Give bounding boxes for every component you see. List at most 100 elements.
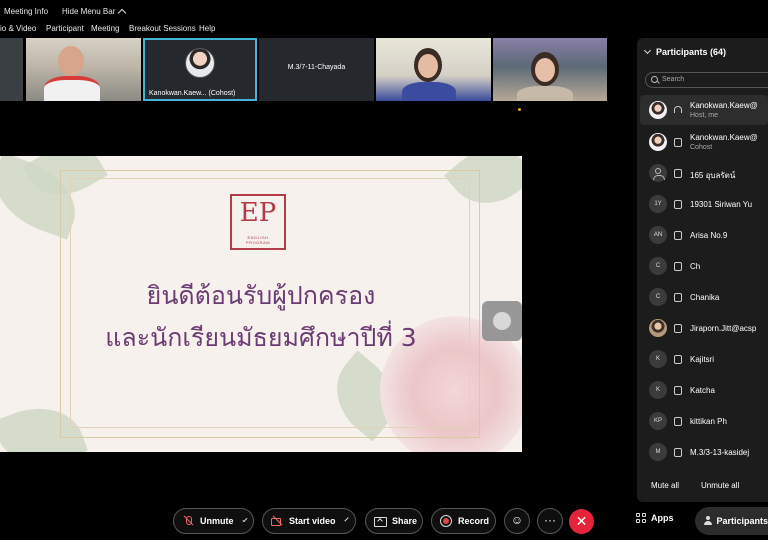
device-icon	[674, 417, 682, 426]
participants-panel-header[interactable]: Participants (64)	[643, 46, 727, 57]
menu-help[interactable]: Help	[199, 24, 215, 33]
chevron-down-icon	[643, 46, 652, 55]
menu-participant[interactable]: Participant	[46, 24, 84, 33]
floating-drag-handle[interactable]	[482, 301, 522, 341]
device-icon	[674, 231, 682, 240]
chevron-up-icon	[118, 8, 127, 18]
participants-icon	[703, 516, 713, 526]
participants-search-input[interactable]: Search	[645, 72, 768, 88]
participant-row[interactable]: AN Arisa No.9	[640, 220, 768, 250]
record-icon	[440, 515, 452, 527]
chevron-down-icon	[241, 517, 247, 522]
share-screen-icon	[374, 515, 387, 527]
hide-menu-bar-label: Hide Menu Bar	[62, 7, 116, 16]
participant-role: Cohost	[690, 144, 713, 151]
participant-video	[517, 86, 573, 101]
participant-row[interactable]: KP kittikan Ph	[640, 406, 768, 436]
participant-row[interactable]: C Ch	[640, 251, 768, 281]
unmute-label: Unmute	[200, 516, 234, 526]
video-tile[interactable]: M.3/7-11-Chayada	[259, 38, 374, 101]
unmute-button[interactable]: Unmute	[173, 508, 254, 534]
search-icon	[651, 76, 658, 83]
mute-all-button[interactable]: Mute all	[651, 481, 679, 490]
menu-meeting[interactable]: Meeting	[91, 24, 119, 33]
participants-button[interactable]: Participants	[695, 507, 768, 535]
participant-name: 165 อุบลรัตน์	[690, 171, 736, 180]
chevron-down-icon	[343, 517, 349, 522]
circle-icon	[493, 312, 511, 330]
avatar-initials: KP	[649, 412, 667, 430]
participant-name: kittikan Ph	[690, 417, 727, 426]
participant-role: Host, me	[690, 112, 719, 119]
participant-name: Katcha	[690, 386, 715, 395]
avatar-initials: K	[649, 381, 667, 399]
apps-button[interactable]: Apps	[636, 513, 674, 523]
reactions-button[interactable]: ☺	[504, 508, 530, 534]
participant-row[interactable]: Jiraporn.Jitt@acsp	[640, 313, 768, 343]
menu-breakout-sessions[interactable]: Breakout Sessions	[129, 24, 196, 33]
avatar	[649, 164, 667, 182]
participant-video	[402, 82, 456, 101]
menu-audio-video[interactable]: io & Video	[0, 24, 36, 33]
start-video-button[interactable]: Start video	[262, 508, 356, 534]
device-icon	[674, 355, 682, 364]
leave-meeting-button[interactable]: ✕	[569, 509, 594, 534]
avatar-initials: AN	[649, 226, 667, 244]
record-label: Record	[458, 516, 490, 526]
video-tile[interactable]	[26, 38, 141, 101]
device-icon	[674, 448, 682, 457]
participant-row[interactable]: 1Y 19301 Siriwan Yu	[640, 189, 768, 219]
participant-video	[58, 46, 84, 76]
hide-menu-bar-button[interactable]: Hide Menu Bar	[62, 7, 127, 18]
video-tile[interactable]	[376, 38, 491, 101]
more-button[interactable]: ···	[537, 508, 563, 534]
participant-row[interactable]: C Chanika	[640, 282, 768, 312]
record-button[interactable]: Record	[431, 508, 496, 534]
camera-off-icon	[271, 515, 283, 527]
participant-name: Ch	[690, 262, 701, 271]
participant-name: Kanokwan.Kaew@	[690, 101, 758, 110]
smiley-icon: ☺	[510, 513, 524, 527]
participant-row[interactable]: 165 อุบลรัตน์	[640, 158, 768, 188]
participant-row[interactable]: K Kajitsri	[640, 344, 768, 374]
avatar-initials: 1Y	[649, 195, 667, 213]
video-tile-active[interactable]: Kanokwan.Kaew... (Cohost)	[143, 38, 257, 101]
participant-row[interactable]: Kanokwan.Kaew@ Host, me	[640, 95, 768, 125]
avatar-initials: M	[649, 443, 667, 461]
participant-row[interactable]: K Katcha	[640, 375, 768, 405]
participant-name: M.3/3-13-kasidej	[690, 448, 750, 457]
device-icon	[674, 293, 682, 302]
slide-title-line-1: ยินดีต้อนรับผู้ปกครอง	[146, 281, 376, 310]
start-video-label: Start video	[289, 516, 336, 526]
avatar	[649, 133, 667, 151]
participant-video	[535, 58, 555, 82]
device-icon	[674, 262, 682, 271]
status-dot	[518, 108, 521, 111]
device-icon	[674, 200, 682, 209]
participant-name: Chanika	[690, 293, 720, 302]
share-button[interactable]: Share	[365, 508, 423, 534]
device-icon	[674, 169, 682, 178]
participant-video	[418, 54, 438, 78]
participants-label: Participants	[716, 516, 768, 526]
logo-sub-line: PROGRAM	[245, 240, 271, 245]
logo-text: EP	[239, 198, 277, 228]
logo-subtitle: ENGLISH PROGRAM	[232, 235, 284, 245]
search-placeholder: Search	[662, 76, 685, 83]
device-icon	[674, 386, 682, 395]
participant-video	[44, 76, 100, 101]
participant-name: Jiraporn.Jitt@acsp	[690, 324, 757, 333]
avatar-initials: C	[649, 257, 667, 275]
video-tile[interactable]	[0, 38, 23, 101]
meeting-info-button[interactable]: Meeting Info	[4, 7, 48, 16]
unmute-all-button[interactable]: Unmute all	[701, 481, 739, 490]
participant-row[interactable]: Kanokwan.Kaew@ Cohost	[640, 127, 768, 157]
top-bar: Meeting Info Hide Menu Bar	[0, 0, 768, 22]
participant-name: Kanokwan.Kaew@	[690, 133, 758, 142]
avatar-initials: C	[649, 288, 667, 306]
video-tile[interactable]	[493, 38, 607, 101]
participants-title: Participants (64)	[656, 47, 727, 57]
participant-row[interactable]: M M.3/3-13-kasidej	[640, 437, 768, 467]
avatar	[649, 319, 667, 337]
shared-content: EP ENGLISH PROGRAM ยินดีต้อนรับผู้ปกครอง…	[0, 156, 522, 452]
